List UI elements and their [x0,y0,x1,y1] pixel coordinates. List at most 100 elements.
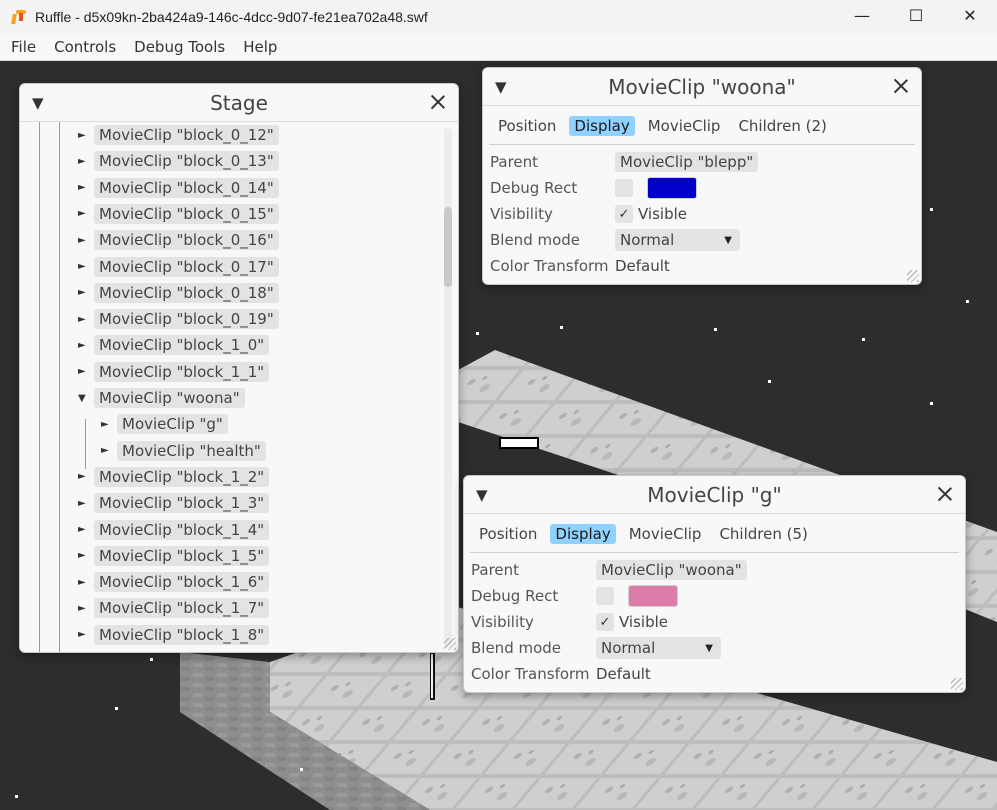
tree-item-label[interactable]: MovieClip "block_0_16" [94,230,279,251]
tab-position[interactable]: Position [474,524,542,544]
expand-arrow-icon[interactable]: ► [78,235,94,246]
tree-item-label[interactable]: MovieClip "block_1_7" [94,598,270,619]
tree-row[interactable]: ► MovieClip "block_1_4" [78,517,270,543]
menu-file[interactable]: File [0,38,43,56]
tree-row[interactable]: ► MovieClip "block_1_5" [78,543,270,569]
tab-children[interactable]: Children (2) [733,116,831,136]
scrollbar-thumb[interactable] [444,207,452,287]
stage-tree[interactable]: ► MovieClip "block_0_12" ► MovieClip "block… [20,122,458,652]
visible-checkbox[interactable]: ✓ [615,205,633,223]
tree-row[interactable]: ► MovieClip "block_0_14" [78,175,279,201]
tree-item-label[interactable]: MovieClip "block_0_14" [94,177,279,198]
close-icon[interactable] [891,76,911,96]
maximize-button[interactable]: ☐ [889,0,943,30]
expand-arrow-icon[interactable]: ► [78,340,94,351]
expand-arrow-icon[interactable]: ► [78,130,94,141]
collapse-icon[interactable]: ▼ [476,486,488,504]
tab-display[interactable]: Display [550,524,616,544]
close-window-button[interactable]: ✕ [943,0,997,30]
tree-item-label[interactable]: MovieClip "woona" [94,388,245,408]
debug-rect-color-swatch[interactable] [628,585,678,607]
tree-row[interactable]: ► MovieClip "block_0_18" [78,280,279,306]
expand-arrow-icon[interactable]: ► [78,208,94,219]
expand-arrow-icon[interactable]: ► [78,182,94,193]
tab-display[interactable]: Display [569,116,635,136]
tree-item-label[interactable]: MovieClip "block_1_6" [94,572,270,593]
collapse-icon[interactable]: ▼ [32,94,44,112]
expand-arrow-icon[interactable]: ► [78,287,94,298]
tree-row[interactable]: ▼ MovieClip "woona" [78,385,245,411]
expand-arrow-icon[interactable]: ► [101,445,117,456]
tree-item-label[interactable]: MovieClip "block_0_17" [94,256,279,277]
debug-rect-color-swatch[interactable] [647,177,697,199]
expanded-arrow-icon[interactable]: ▼ [78,393,94,404]
expand-arrow-icon[interactable]: ► [78,471,94,482]
scrollbar-track[interactable] [444,128,452,648]
menu-controls[interactable]: Controls [43,38,123,56]
tree-item-label[interactable]: MovieClip "block_0_15" [94,203,279,224]
debug-rect-checkbox[interactable] [615,179,633,197]
close-icon[interactable] [428,92,448,112]
tab-children[interactable]: Children (5) [714,524,812,544]
resize-grip[interactable] [951,678,963,690]
expand-arrow-icon[interactable]: ► [78,156,94,167]
blend-mode-select[interactable]: Normal ▼ [615,229,740,251]
tree-row[interactable]: ► MovieClip "block_0_17" [78,254,279,280]
tree-row[interactable]: ► MovieClip "g" [101,411,228,437]
parent-button[interactable]: MovieClip "woona" [596,560,747,580]
minimize-button[interactable]: — [835,0,889,30]
tree-row[interactable]: ► MovieClip "block_0_16" [78,227,279,253]
tree-row[interactable]: ► MovieClip "block_1_3" [78,490,270,516]
tree-item-label[interactable]: MovieClip "block_1_2" [94,466,270,487]
tree-item-label[interactable]: MovieClip "block_1_3" [94,493,270,514]
stage-panel-header[interactable]: ▼ Stage [20,84,458,122]
expand-arrow-icon[interactable]: ► [78,629,94,640]
menu-debug-tools[interactable]: Debug Tools [123,38,232,56]
expand-arrow-icon[interactable]: ► [78,550,94,561]
collapse-icon[interactable]: ▼ [495,78,507,96]
expand-arrow-icon[interactable]: ► [78,366,94,377]
tab-movieclip[interactable]: MovieClip [643,116,726,136]
expand-arrow-icon[interactable]: ► [78,498,94,509]
tree-row[interactable]: ► MovieClip "block_1_1" [78,359,270,385]
parent-button[interactable]: MovieClip "blepp" [615,152,759,172]
debug-rect-checkbox[interactable] [596,587,614,605]
tree-item-label[interactable]: MovieClip "block_0_12" [94,125,279,145]
expand-arrow-icon[interactable]: ► [78,524,94,535]
tree-item-label[interactable]: MovieClip "g" [117,414,228,435]
expand-arrow-icon[interactable]: ► [78,261,94,272]
tree-row[interactable]: ► MovieClip "block_1_0" [78,332,270,358]
expand-arrow-icon[interactable]: ► [101,419,117,430]
tree-item-label[interactable]: MovieClip "block_0_13" [94,151,279,172]
tab-movieclip[interactable]: MovieClip [624,524,707,544]
tree-row[interactable]: ► MovieClip "block_0_15" [78,201,279,227]
tree-item-label[interactable]: MovieClip "block_0_19" [94,309,279,330]
woona-panel-header[interactable]: ▼ MovieClip "woona" [483,68,921,106]
menu-help[interactable]: Help [232,38,284,56]
resize-grip[interactable] [907,270,919,282]
expand-arrow-icon[interactable]: ► [78,603,94,614]
blend-mode-select[interactable]: Normal ▼ [596,637,721,659]
tree-row[interactable]: ► MovieClip "health" [101,438,266,464]
tree-item-label[interactable]: MovieClip "health" [117,440,266,461]
tree-row[interactable]: ► MovieClip "block_1_8" [78,622,270,648]
tree-item-label[interactable]: MovieClip "block_1_5" [94,545,270,566]
close-icon[interactable] [935,484,955,504]
tree-item-label[interactable]: MovieClip "block_0_18" [94,282,279,303]
tree-row[interactable]: ► MovieClip "block_1_2" [78,464,270,490]
tab-position[interactable]: Position [493,116,561,136]
tree-row[interactable]: ► MovieClip "block_1_7" [78,595,270,621]
visible-checkbox[interactable]: ✓ [596,613,614,631]
g-panel-header[interactable]: ▼ MovieClip "g" [464,476,965,514]
tree-row[interactable]: ► MovieClip "block_0_12" [78,122,279,148]
tree-item-label[interactable]: MovieClip "block_1_4" [94,519,270,540]
resize-grip[interactable] [444,638,456,650]
tree-row[interactable]: ► MovieClip "block_0_19" [78,306,279,332]
tree-item-label[interactable]: MovieClip "block_1_8" [94,624,270,645]
tree-item-label[interactable]: MovieClip "block_1_0" [94,335,270,356]
tree-row[interactable]: ► MovieClip "block_1_6" [78,569,270,595]
expand-arrow-icon[interactable]: ► [78,577,94,588]
tree-item-label[interactable]: MovieClip "block_1_1" [94,361,270,382]
expand-arrow-icon[interactable]: ► [78,314,94,325]
tree-row[interactable]: ► MovieClip "block_0_13" [78,148,279,174]
